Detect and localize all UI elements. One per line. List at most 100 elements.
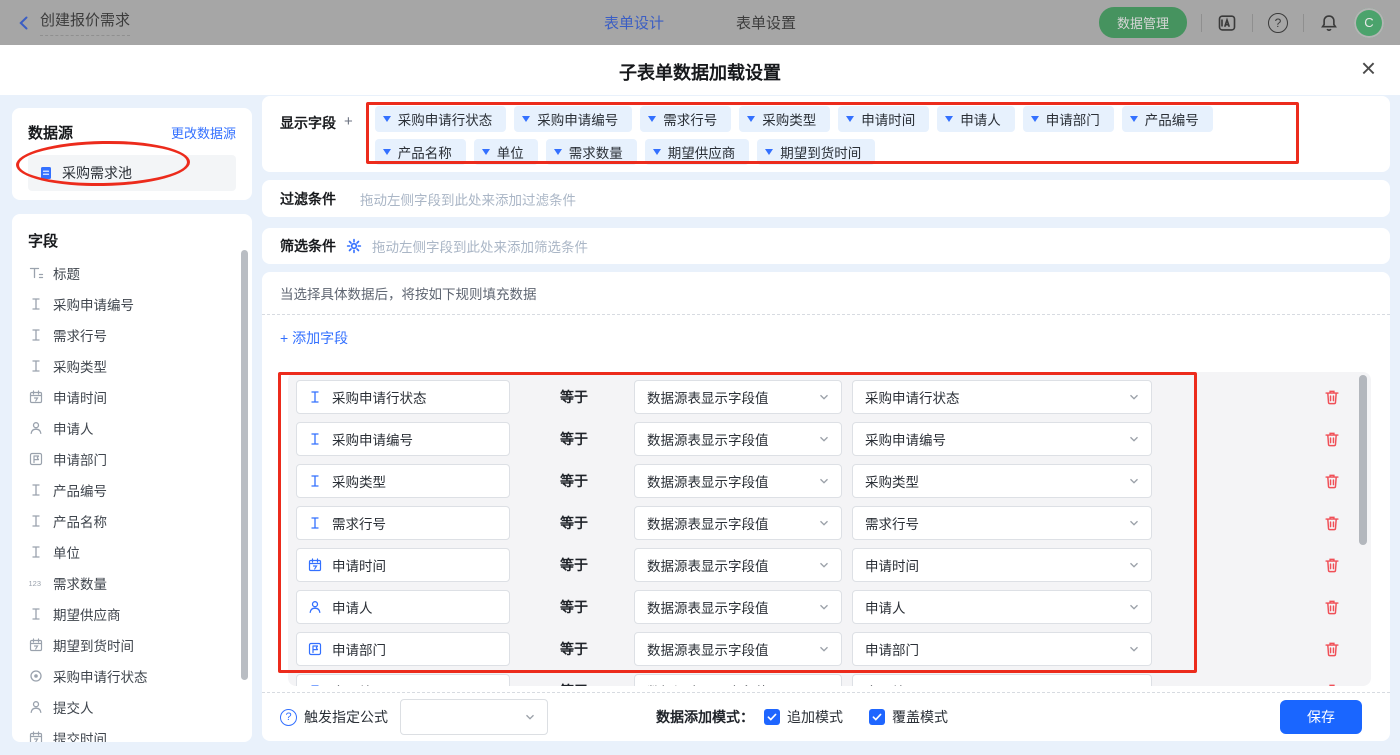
field-item[interactable]: 采购申请行状态 (28, 660, 252, 691)
rule-source-select[interactable]: 数据源表显示字段值 (634, 464, 842, 498)
rule-target-select[interactable]: 采购申请行状态 (852, 380, 1152, 414)
trash-icon[interactable] (1323, 472, 1341, 490)
display-field-tag[interactable]: 申请部门 (1023, 106, 1114, 132)
append-mode-label: 追加模式 (787, 707, 843, 727)
trash-icon[interactable] (1323, 388, 1341, 406)
modal-title: 子表单数据加载设置 (0, 59, 1400, 85)
rule-source-select[interactable]: 数据源表显示字段值 (634, 590, 842, 624)
rule-target-select[interactable]: 申请人 (852, 590, 1152, 624)
rule-field[interactable]: 产品编号 (296, 674, 510, 686)
rule-operator: 等于 (560, 681, 592, 686)
field-item[interactable]: 需求行号 (28, 319, 252, 350)
rule-source-select[interactable]: 数据源表显示字段值 (634, 422, 842, 456)
chevron-down-icon (765, 149, 773, 155)
rule-target-select[interactable]: 申请时间 (852, 548, 1152, 582)
chevron-down-icon (1127, 474, 1141, 488)
rule-source-select[interactable]: 数据源表显示字段值 (634, 380, 842, 414)
tab-form-settings[interactable]: 表单设置 (736, 12, 796, 33)
field-item[interactable]: 申请人 (28, 412, 252, 443)
field-item[interactable]: 采购申请编号 (28, 288, 252, 319)
field-item[interactable]: 123 需求数量 (28, 567, 252, 598)
display-field-tag[interactable]: 申请人 (937, 106, 1015, 132)
formula-help-icon[interactable]: ? (280, 709, 297, 726)
rule-field[interactable]: 采购类型 (296, 464, 510, 498)
rule-field[interactable]: 申请人 (296, 590, 510, 624)
display-field-tag[interactable]: 需求数量 (546, 139, 637, 165)
display-field-tag[interactable]: 采购申请编号 (514, 106, 632, 132)
rule-target-select[interactable]: 采购申请编号 (852, 422, 1152, 456)
change-datasource-link[interactable]: 更改数据源 (171, 123, 236, 142)
datasource-item[interactable]: 采购需求池 (28, 155, 236, 191)
display-field-tag[interactable]: 期望到货时间 (757, 139, 875, 165)
field-item[interactable]: 产品编号 (28, 474, 252, 505)
rule-row: 采购申请编号 等于 数据源表显示字段值 采购申请编号 (296, 422, 1371, 456)
rule-target-select[interactable]: 申请部门 (852, 632, 1152, 666)
trash-icon[interactable] (1323, 556, 1341, 574)
rule-source-select[interactable]: 数据源表显示字段值 (634, 548, 842, 582)
display-field-tag-row: 采购申请行状态 采购申请编号 需求行号 采购类型 申请时间 申请人 申请部门 产… (375, 106, 1213, 132)
close-icon[interactable]: × (1361, 53, 1376, 84)
field-item[interactable]: 单位 (28, 536, 252, 567)
field-item[interactable]: 期望到货时间 (28, 629, 252, 660)
trash-icon[interactable] (1323, 682, 1341, 686)
field-item[interactable]: 提交时间 (28, 722, 252, 742)
rule-field[interactable]: 采购申请行状态 (296, 380, 510, 414)
rule-source-select[interactable]: 数据源表显示字段值 (634, 632, 842, 666)
save-button[interactable]: 保存 (1280, 700, 1362, 734)
chevron-down-icon (1127, 390, 1141, 404)
field-item[interactable]: 采购类型 (28, 350, 252, 381)
rule-row: 需求行号 等于 数据源表显示字段值 需求行号 (296, 506, 1371, 540)
display-field-tag[interactable]: 产品名称 (375, 139, 466, 165)
field-item[interactable]: 标题 (28, 257, 252, 288)
display-field-tag[interactable]: 单位 (474, 139, 538, 165)
rule-source-select[interactable]: 数据源表显示字段值 (634, 674, 842, 686)
display-field-tag[interactable]: 采购申请行状态 (375, 106, 507, 132)
fields-scrollbar[interactable] (241, 250, 248, 680)
display-field-tag[interactable]: 需求行号 (640, 106, 731, 132)
rule-target-select[interactable]: 采购类型 (852, 464, 1152, 498)
rule-target-select[interactable]: 需求行号 (852, 506, 1152, 540)
rule-field[interactable]: 申请部门 (296, 632, 510, 666)
rules-scrollbar[interactable] (1359, 375, 1367, 545)
formula-select[interactable] (400, 699, 548, 735)
rule-source-select[interactable]: 数据源表显示字段值 (634, 506, 842, 540)
override-mode-checkbox[interactable] (869, 709, 885, 725)
gear-icon[interactable] (346, 238, 362, 254)
display-field-tag[interactable]: 产品编号 (1122, 106, 1213, 132)
add-display-field-button[interactable]: + (344, 113, 353, 172)
field-item[interactable]: 申请时间 (28, 381, 252, 412)
filter-condition-panel[interactable]: 过滤条件 拖动左侧字段到此处来添加过滤条件 (262, 180, 1390, 217)
append-mode-checkbox[interactable] (764, 709, 780, 725)
chevron-down-icon (383, 116, 391, 122)
screen-condition-panel[interactable]: 筛选条件 拖动左侧字段到此处来添加筛选条件 (262, 228, 1390, 264)
svg-text:123: 123 (29, 579, 42, 588)
field-item[interactable]: 提交人 (28, 691, 252, 722)
department-icon (307, 641, 323, 657)
rule-field[interactable]: 采购申请编号 (296, 422, 510, 456)
display-field-tag[interactable]: 期望供应商 (645, 139, 750, 165)
text-icon (307, 515, 323, 531)
trash-icon[interactable] (1323, 598, 1341, 616)
field-item[interactable]: 期望供应商 (28, 598, 252, 629)
trash-icon[interactable] (1323, 430, 1341, 448)
divider (262, 314, 1390, 315)
field-item[interactable]: 申请部门 (28, 443, 252, 474)
chevron-down-icon (1127, 516, 1141, 530)
display-field-tag[interactable]: 采购类型 (739, 106, 830, 132)
rule-field[interactable]: 需求行号 (296, 506, 510, 540)
rule-target-select[interactable]: 产品编号 (852, 674, 1152, 686)
text-icon (28, 606, 44, 622)
rule-operator: 等于 (560, 597, 592, 617)
chevron-down-icon (1127, 558, 1141, 572)
display-field-tag[interactable]: 申请时间 (838, 106, 929, 132)
field-item[interactable]: 产品名称 (28, 505, 252, 536)
trash-icon[interactable] (1323, 514, 1341, 532)
trash-icon[interactable] (1323, 640, 1341, 658)
filter-condition-placeholder: 拖动左侧字段到此处来添加过滤条件 (360, 189, 576, 209)
calendar-icon (28, 637, 44, 653)
chevron-down-icon (817, 474, 831, 488)
rule-operator: 等于 (560, 471, 592, 491)
add-field-button[interactable]: + 添加字段 (280, 328, 348, 348)
tab-form-design[interactable]: 表单设计 (604, 12, 664, 33)
rule-field[interactable]: 申请时间 (296, 548, 510, 582)
